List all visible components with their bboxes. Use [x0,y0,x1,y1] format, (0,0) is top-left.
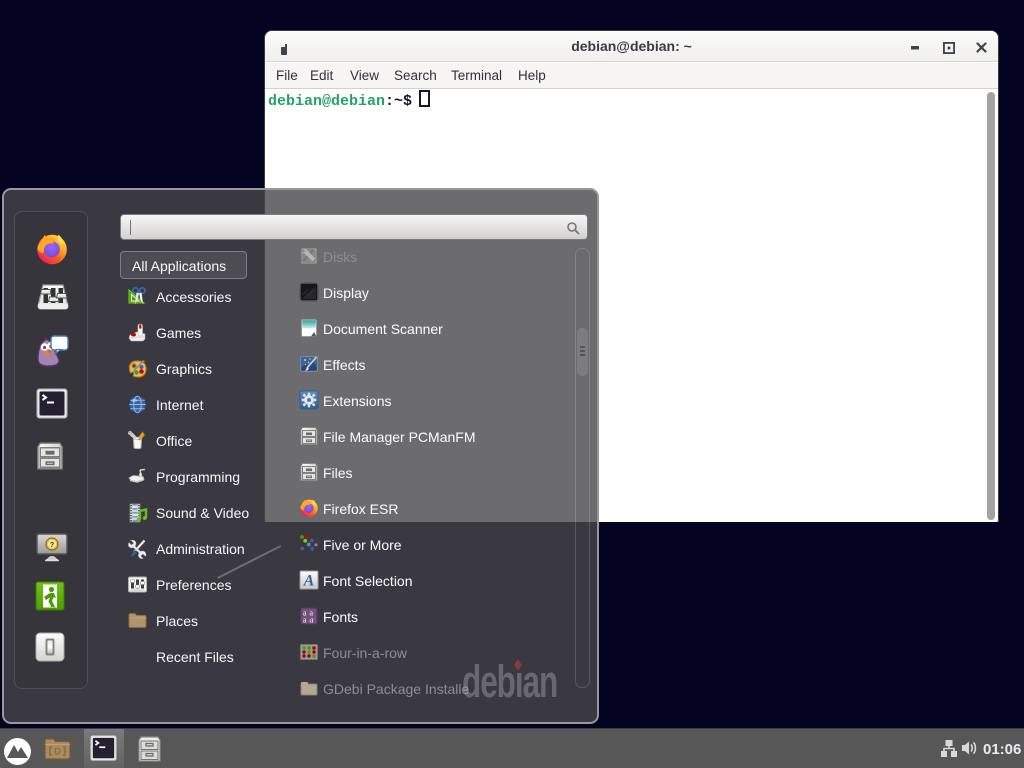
svg-text:?: ? [50,542,54,549]
svg-text:a: a [310,616,314,625]
svg-text:A: A [303,573,315,590]
svg-text:D: D [54,747,61,757]
svg-text:a: a [303,616,307,625]
